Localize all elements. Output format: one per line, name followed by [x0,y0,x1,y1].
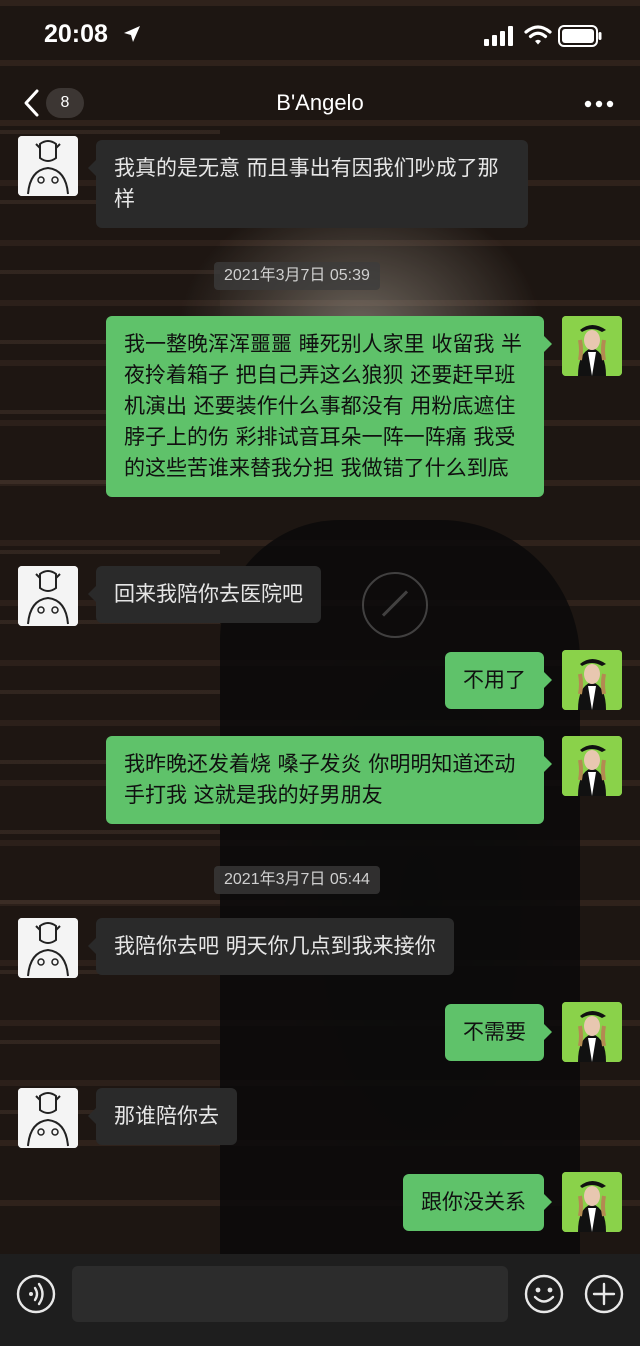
battery-icon [558,25,602,47]
location-arrow-icon [124,26,140,42]
voice-input-icon[interactable] [16,1274,56,1314]
user-avatar[interactable] [562,650,622,710]
message-bubble-received[interactable]: 回来我陪你去医院吧 [88,566,321,623]
message-timestamp: 2021年3月7日 05:44 [214,866,380,894]
message-bubble-sent[interactable]: 我一整晚浑浑噩噩 睡死别人家里 收留我 半夜拎着箱子 把自己弄这么狼狈 还要赶早… [106,316,552,497]
message-bubble-received[interactable]: 我真的是无意 而且事出有因我们吵成了那样 [88,140,528,228]
status-time: 20:08 [44,20,108,48]
message-timestamp: 2021年3月7日 05:39 [214,262,380,290]
chat-header: 8 B'Angelo [0,70,640,136]
user-avatar[interactable] [562,1172,622,1232]
user-avatar[interactable] [562,1002,622,1062]
status-bar: 20:08 [0,0,640,70]
chat-title: B'Angelo [276,90,364,115]
message-bubble-sent[interactable]: 我昨晚还发着烧 嗓子发炎 你明明知道还动手打我 这就是我的好男朋友 [106,736,552,824]
contact-avatar[interactable] [18,566,78,626]
user-avatar[interactable] [562,316,622,376]
chat-input-bar [0,1254,640,1346]
contact-avatar[interactable] [18,1088,78,1148]
contact-avatar[interactable] [18,918,78,978]
message-bubble-sent[interactable]: 不用了 [445,652,552,709]
wifi-icon [524,25,552,45]
user-avatar[interactable] [562,736,622,796]
message-bubble-sent[interactable]: 不需要 [445,1004,552,1061]
message-input[interactable] [72,1266,508,1322]
message-bubble-received[interactable]: 我陪你去吧 明天你几点到我来接你 [88,918,454,975]
contact-avatar[interactable] [18,136,78,196]
emoji-icon[interactable] [524,1274,564,1314]
more-options-icon[interactable] [584,100,614,108]
cellular-signal-icon [484,26,513,46]
add-attachment-icon[interactable] [584,1274,624,1314]
message-bubble-received[interactable]: 那谁陪你去 [88,1088,237,1145]
message-bubble-sent[interactable]: 跟你没关系 [403,1174,552,1231]
